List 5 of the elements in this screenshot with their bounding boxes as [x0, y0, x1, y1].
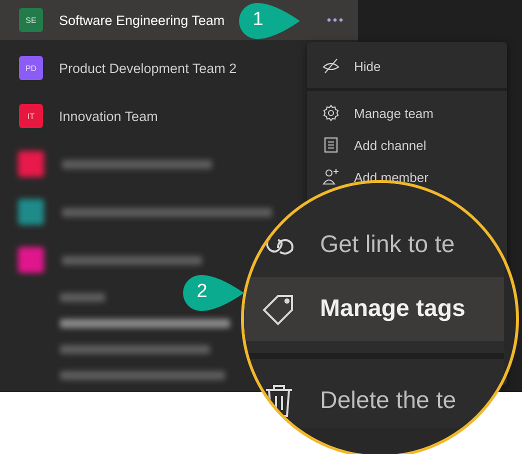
- step-number-tooltip: 1: [238, 2, 302, 40]
- step-number-tooltip: 2: [182, 274, 246, 312]
- team-avatar: PD: [19, 56, 43, 80]
- team-avatar: SE: [19, 8, 43, 32]
- team-avatar: IT: [19, 104, 43, 128]
